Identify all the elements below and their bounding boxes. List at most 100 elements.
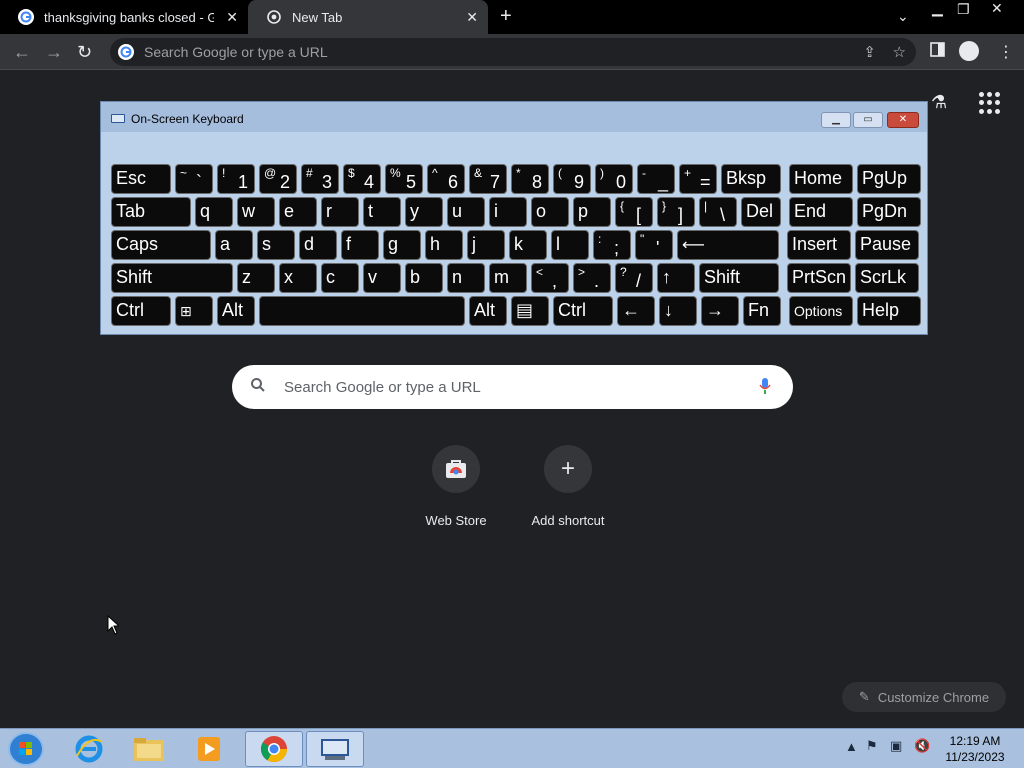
network-icon[interactable]: ▣ xyxy=(890,738,902,754)
osk-key-0-8[interactable]: & 7 xyxy=(469,164,507,194)
osk-key-4-10[interactable]: Fn xyxy=(743,296,781,326)
osk-key-0-5[interactable]: $4 xyxy=(343,164,381,194)
share-icon[interactable]: ⇪ xyxy=(863,43,876,61)
reload-icon[interactable]: ↻ xyxy=(77,42,92,63)
tab-search-chevron-icon[interactable]: ⌄ xyxy=(897,8,909,25)
osk-key-4-8[interactable]: ↓ xyxy=(659,296,697,326)
customize-chrome-button[interactable]: ✎ Customize Chrome xyxy=(842,682,1006,712)
osk-key-1-10[interactable]: p xyxy=(573,197,611,227)
osk-key-1-15[interactable]: End xyxy=(789,197,853,227)
profile-avatar-icon[interactable] xyxy=(959,41,979,61)
osk-key-1-9[interactable]: o xyxy=(531,197,569,227)
osk-key-4-2[interactable]: Alt xyxy=(217,296,255,326)
osk-key-3-0[interactable]: Shift xyxy=(111,263,233,293)
minimize-icon[interactable]: ▁ xyxy=(821,112,851,128)
tray-show-hidden-icon[interactable]: ▲ xyxy=(845,739,858,754)
osk-key-2-14[interactable]: Pause xyxy=(855,230,919,260)
osk-key-2-5[interactable]: g xyxy=(383,230,421,260)
voice-search-mic-icon[interactable] xyxy=(759,377,771,395)
new-tab-plus-icon[interactable]: + xyxy=(500,5,512,28)
osk-key-1-12[interactable]: }] xyxy=(657,197,695,227)
osk-taskbar-icon[interactable] xyxy=(306,731,364,767)
osk-key-1-16[interactable]: PgDn xyxy=(857,197,921,227)
labs-flask-icon[interactable]: ⚗ xyxy=(931,92,947,113)
osk-key-2-11[interactable]: " ' xyxy=(635,230,673,260)
osk-key-3-13[interactable]: PrtScn xyxy=(787,263,851,293)
internet-explorer-icon[interactable] xyxy=(60,731,118,767)
osk-key-2-1[interactable]: a xyxy=(215,230,253,260)
osk-key-4-9[interactable]: → xyxy=(701,296,739,326)
file-explorer-icon[interactable] xyxy=(120,731,178,767)
osk-key-3-5[interactable]: b xyxy=(405,263,443,293)
osk-key-3-8[interactable]: <, xyxy=(531,263,569,293)
osk-key-2-7[interactable]: j xyxy=(467,230,505,260)
osk-key-3-11[interactable]: ↑ xyxy=(657,263,695,293)
osk-key-2-4[interactable]: f xyxy=(341,230,379,260)
close-icon[interactable]: ✕ xyxy=(887,112,919,128)
address-bar[interactable]: Search Google or type a URL ⇪ ☆ xyxy=(110,38,916,66)
osk-key-0-13[interactable]: + = xyxy=(679,164,717,194)
osk-key-1-5[interactable]: t xyxy=(363,197,401,227)
osk-key-0-3[interactable]: @2 xyxy=(259,164,297,194)
back-arrow-icon[interactable]: ← xyxy=(13,42,31,63)
tab-thanksgiving[interactable]: thanksgiving banks closed - Goo ✕ xyxy=(0,0,248,34)
osk-key-2-12[interactable]: ⟵ xyxy=(677,230,779,260)
osk-key-3-4[interactable]: v xyxy=(363,263,401,293)
osk-key-3-1[interactable]: z xyxy=(237,263,275,293)
osk-key-3-3[interactable]: c xyxy=(321,263,359,293)
osk-key-3-6[interactable]: n xyxy=(447,263,485,293)
osk-key-4-1[interactable]: ⊞ xyxy=(175,296,213,326)
osk-key-0-7[interactable]: ^ 6 xyxy=(427,164,465,194)
osk-key-3-9[interactable]: >. xyxy=(573,263,611,293)
chrome-taskbar-icon[interactable] xyxy=(245,731,303,767)
osk-key-2-0[interactable]: Caps xyxy=(111,230,211,260)
osk-key-0-14[interactable]: Bksp xyxy=(721,164,781,194)
osk-key-0-15[interactable]: Home xyxy=(789,164,853,194)
osk-key-2-13[interactable]: Insert xyxy=(787,230,851,260)
osk-key-3-14[interactable]: ScrLk xyxy=(855,263,919,293)
osk-key-2-8[interactable]: k xyxy=(509,230,547,260)
close-icon[interactable]: ✕ xyxy=(466,9,478,26)
osk-key-1-11[interactable]: {[ xyxy=(615,197,653,227)
osk-key-3-12[interactable]: Shift xyxy=(699,263,779,293)
osk-key-2-3[interactable]: d xyxy=(299,230,337,260)
osk-key-2-2[interactable]: s xyxy=(257,230,295,260)
restore-icon[interactable]: ❐ xyxy=(957,1,970,18)
osk-key-3-10[interactable]: ? / xyxy=(615,263,653,293)
osk-key-1-3[interactable]: e xyxy=(279,197,317,227)
osk-key-0-4[interactable]: #3 xyxy=(301,164,339,194)
osk-key-0-0[interactable]: Esc xyxy=(111,164,171,194)
osk-key-0-11[interactable]: ) 0 xyxy=(595,164,633,194)
menu-kebab-icon[interactable]: ⋮ xyxy=(998,42,1014,62)
osk-key-2-10[interactable]: :; xyxy=(593,230,631,260)
osk-key-4-7[interactable]: ← xyxy=(617,296,655,326)
system-clock[interactable]: 12:19 AM 11/23/2023 xyxy=(940,733,1010,765)
close-icon[interactable]: ✕ xyxy=(226,9,238,26)
osk-key-4-12[interactable]: Help xyxy=(857,296,921,326)
shortcut-web-store[interactable]: Web Store xyxy=(400,445,512,528)
osk-key-4-11[interactable]: Options xyxy=(789,296,853,326)
osk-key-3-2[interactable]: x xyxy=(279,263,317,293)
shortcut-add[interactable]: + Add shortcut xyxy=(512,445,624,528)
osk-key-2-6[interactable]: h xyxy=(425,230,463,260)
osk-key-4-0[interactable]: Ctrl xyxy=(111,296,171,326)
osk-key-1-4[interactable]: r xyxy=(321,197,359,227)
osk-key-1-14[interactable]: Del xyxy=(741,197,781,227)
osk-key-0-9[interactable]: * 8 xyxy=(511,164,549,194)
minimize-icon[interactable]: ▁ xyxy=(932,0,943,17)
window-close-icon[interactable]: ✕ xyxy=(991,0,1003,17)
ntp-search-box[interactable]: Search Google or type a URL xyxy=(232,365,793,409)
action-center-flag-icon[interactable]: ⚑ xyxy=(866,738,878,754)
osk-key-0-16[interactable]: PgUp xyxy=(857,164,921,194)
osk-key-1-1[interactable]: q xyxy=(195,197,233,227)
osk-key-0-2[interactable]: ! 1 xyxy=(217,164,255,194)
osk-key-1-8[interactable]: i xyxy=(489,197,527,227)
osk-key-1-7[interactable]: u xyxy=(447,197,485,227)
google-apps-icon[interactable] xyxy=(979,92,1001,114)
side-panel-icon[interactable] xyxy=(930,42,945,62)
forward-arrow-icon[interactable]: → xyxy=(45,42,63,63)
osk-key-3-7[interactable]: m xyxy=(489,263,527,293)
start-button-icon[interactable] xyxy=(8,732,44,766)
on-screen-keyboard-window[interactable]: On-Screen Keyboard ▁ ▭ ✕ Esc ~ `! 1 @2 #3 $4% 5… xyxy=(100,101,928,335)
volume-muted-icon[interactable]: 🔇 xyxy=(914,738,930,754)
